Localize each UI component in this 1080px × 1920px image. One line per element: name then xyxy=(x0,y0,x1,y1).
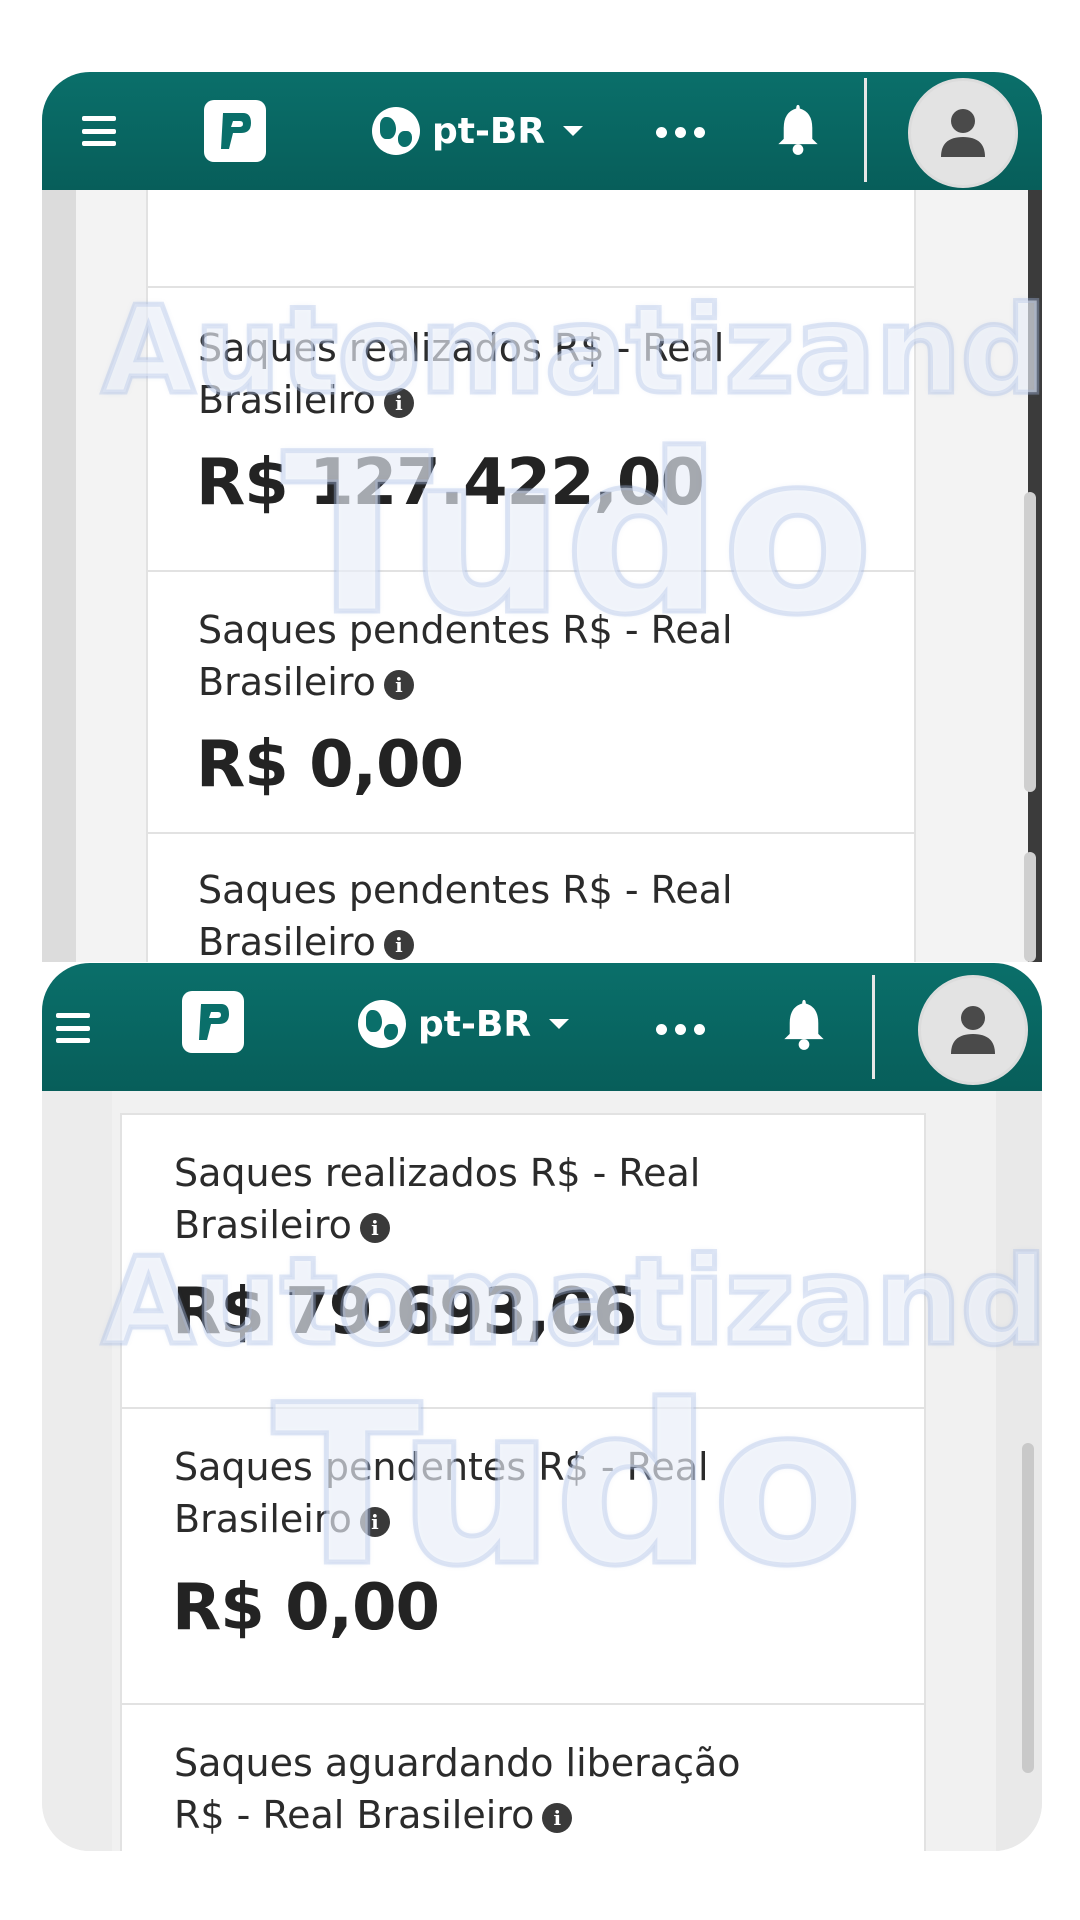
hamburger-menu-icon[interactable] xyxy=(54,1013,92,1043)
language-label: pt-BR xyxy=(432,110,546,152)
pending-withdrawals-label: Saques pendentes R$ - Real Brasileiro i xyxy=(174,1445,709,1541)
awaiting-release-label: Saques aguardando liberação R$ - Real Br… xyxy=(174,1741,741,1837)
toolbar-divider xyxy=(872,975,875,1079)
info-icon[interactable]: i xyxy=(383,387,414,418)
more-dots-icon[interactable] xyxy=(656,1009,705,1049)
toolbar-divider xyxy=(864,78,867,182)
info-icon[interactable]: i xyxy=(383,669,414,700)
divider xyxy=(148,570,914,572)
withdrawals-card: Saques realizados R$ - Real Brasileiro i … xyxy=(120,1113,926,1851)
scrollbar-lower[interactable] xyxy=(1024,852,1036,962)
info-icon[interactable]: i xyxy=(383,929,414,960)
language-label: pt-BR xyxy=(418,1003,532,1045)
more-dots-icon[interactable] xyxy=(656,112,705,152)
hamburger-menu-icon[interactable] xyxy=(80,116,118,146)
app-logo-icon[interactable] xyxy=(182,991,244,1053)
screenshot-top: Saques realizados R$ - Real Brasileiro i … xyxy=(42,72,1042,962)
scrollbar[interactable] xyxy=(1024,492,1036,792)
pending-withdrawals-value: R$ 0,00 xyxy=(172,1571,440,1645)
withdrawals-card: Saques realizados R$ - Real Brasileiro i … xyxy=(146,286,916,962)
info-icon[interactable]: i xyxy=(359,1212,390,1243)
completed-withdrawals-label: Saques realizados R$ - Real Brasileiro i xyxy=(174,1151,701,1247)
screenshot-bottom: Saques realizados R$ - Real Brasileiro i … xyxy=(42,963,1042,1851)
app-logo-icon[interactable] xyxy=(204,100,266,162)
pending-withdrawals-value: R$ 0,00 xyxy=(196,728,464,802)
completed-withdrawals-label: Saques realizados R$ - Real Brasileiro i xyxy=(198,326,725,422)
bell-icon[interactable] xyxy=(776,993,832,1055)
language-selector[interactable]: pt-BR xyxy=(372,100,584,162)
scrollbar[interactable] xyxy=(1022,1443,1034,1773)
top-navigation-bar: pt-BR xyxy=(42,963,1042,1091)
chevron-down-icon xyxy=(549,1019,570,1029)
page-content: Saques realizados R$ - Real Brasileiro i … xyxy=(42,72,1042,962)
pending-withdrawals-label: Saques pendentes R$ - Real Brasileiro i xyxy=(198,608,733,704)
page-content: Saques realizados R$ - Real Brasileiro i … xyxy=(42,963,1042,1851)
divider xyxy=(122,1407,924,1409)
divider xyxy=(148,832,914,834)
info-icon[interactable]: i xyxy=(542,1802,573,1833)
user-avatar-icon[interactable] xyxy=(918,975,1028,1085)
top-navigation-bar: pt-BR xyxy=(42,72,1042,190)
completed-withdrawals-value: R$ 127.422,00 xyxy=(196,446,705,520)
globe-icon xyxy=(372,107,420,155)
bell-icon[interactable] xyxy=(770,98,826,160)
language-selector[interactable]: pt-BR xyxy=(358,993,570,1055)
completed-withdrawals-value: R$ 79.693,06 xyxy=(172,1275,637,1349)
divider xyxy=(122,1703,924,1705)
info-icon[interactable]: i xyxy=(359,1506,390,1537)
chevron-down-icon xyxy=(563,126,584,136)
pending-withdrawals-label-2: Saques pendentes R$ - Real Brasileiro i xyxy=(198,868,733,962)
user-avatar-icon[interactable] xyxy=(908,78,1018,188)
globe-icon xyxy=(358,1000,406,1048)
